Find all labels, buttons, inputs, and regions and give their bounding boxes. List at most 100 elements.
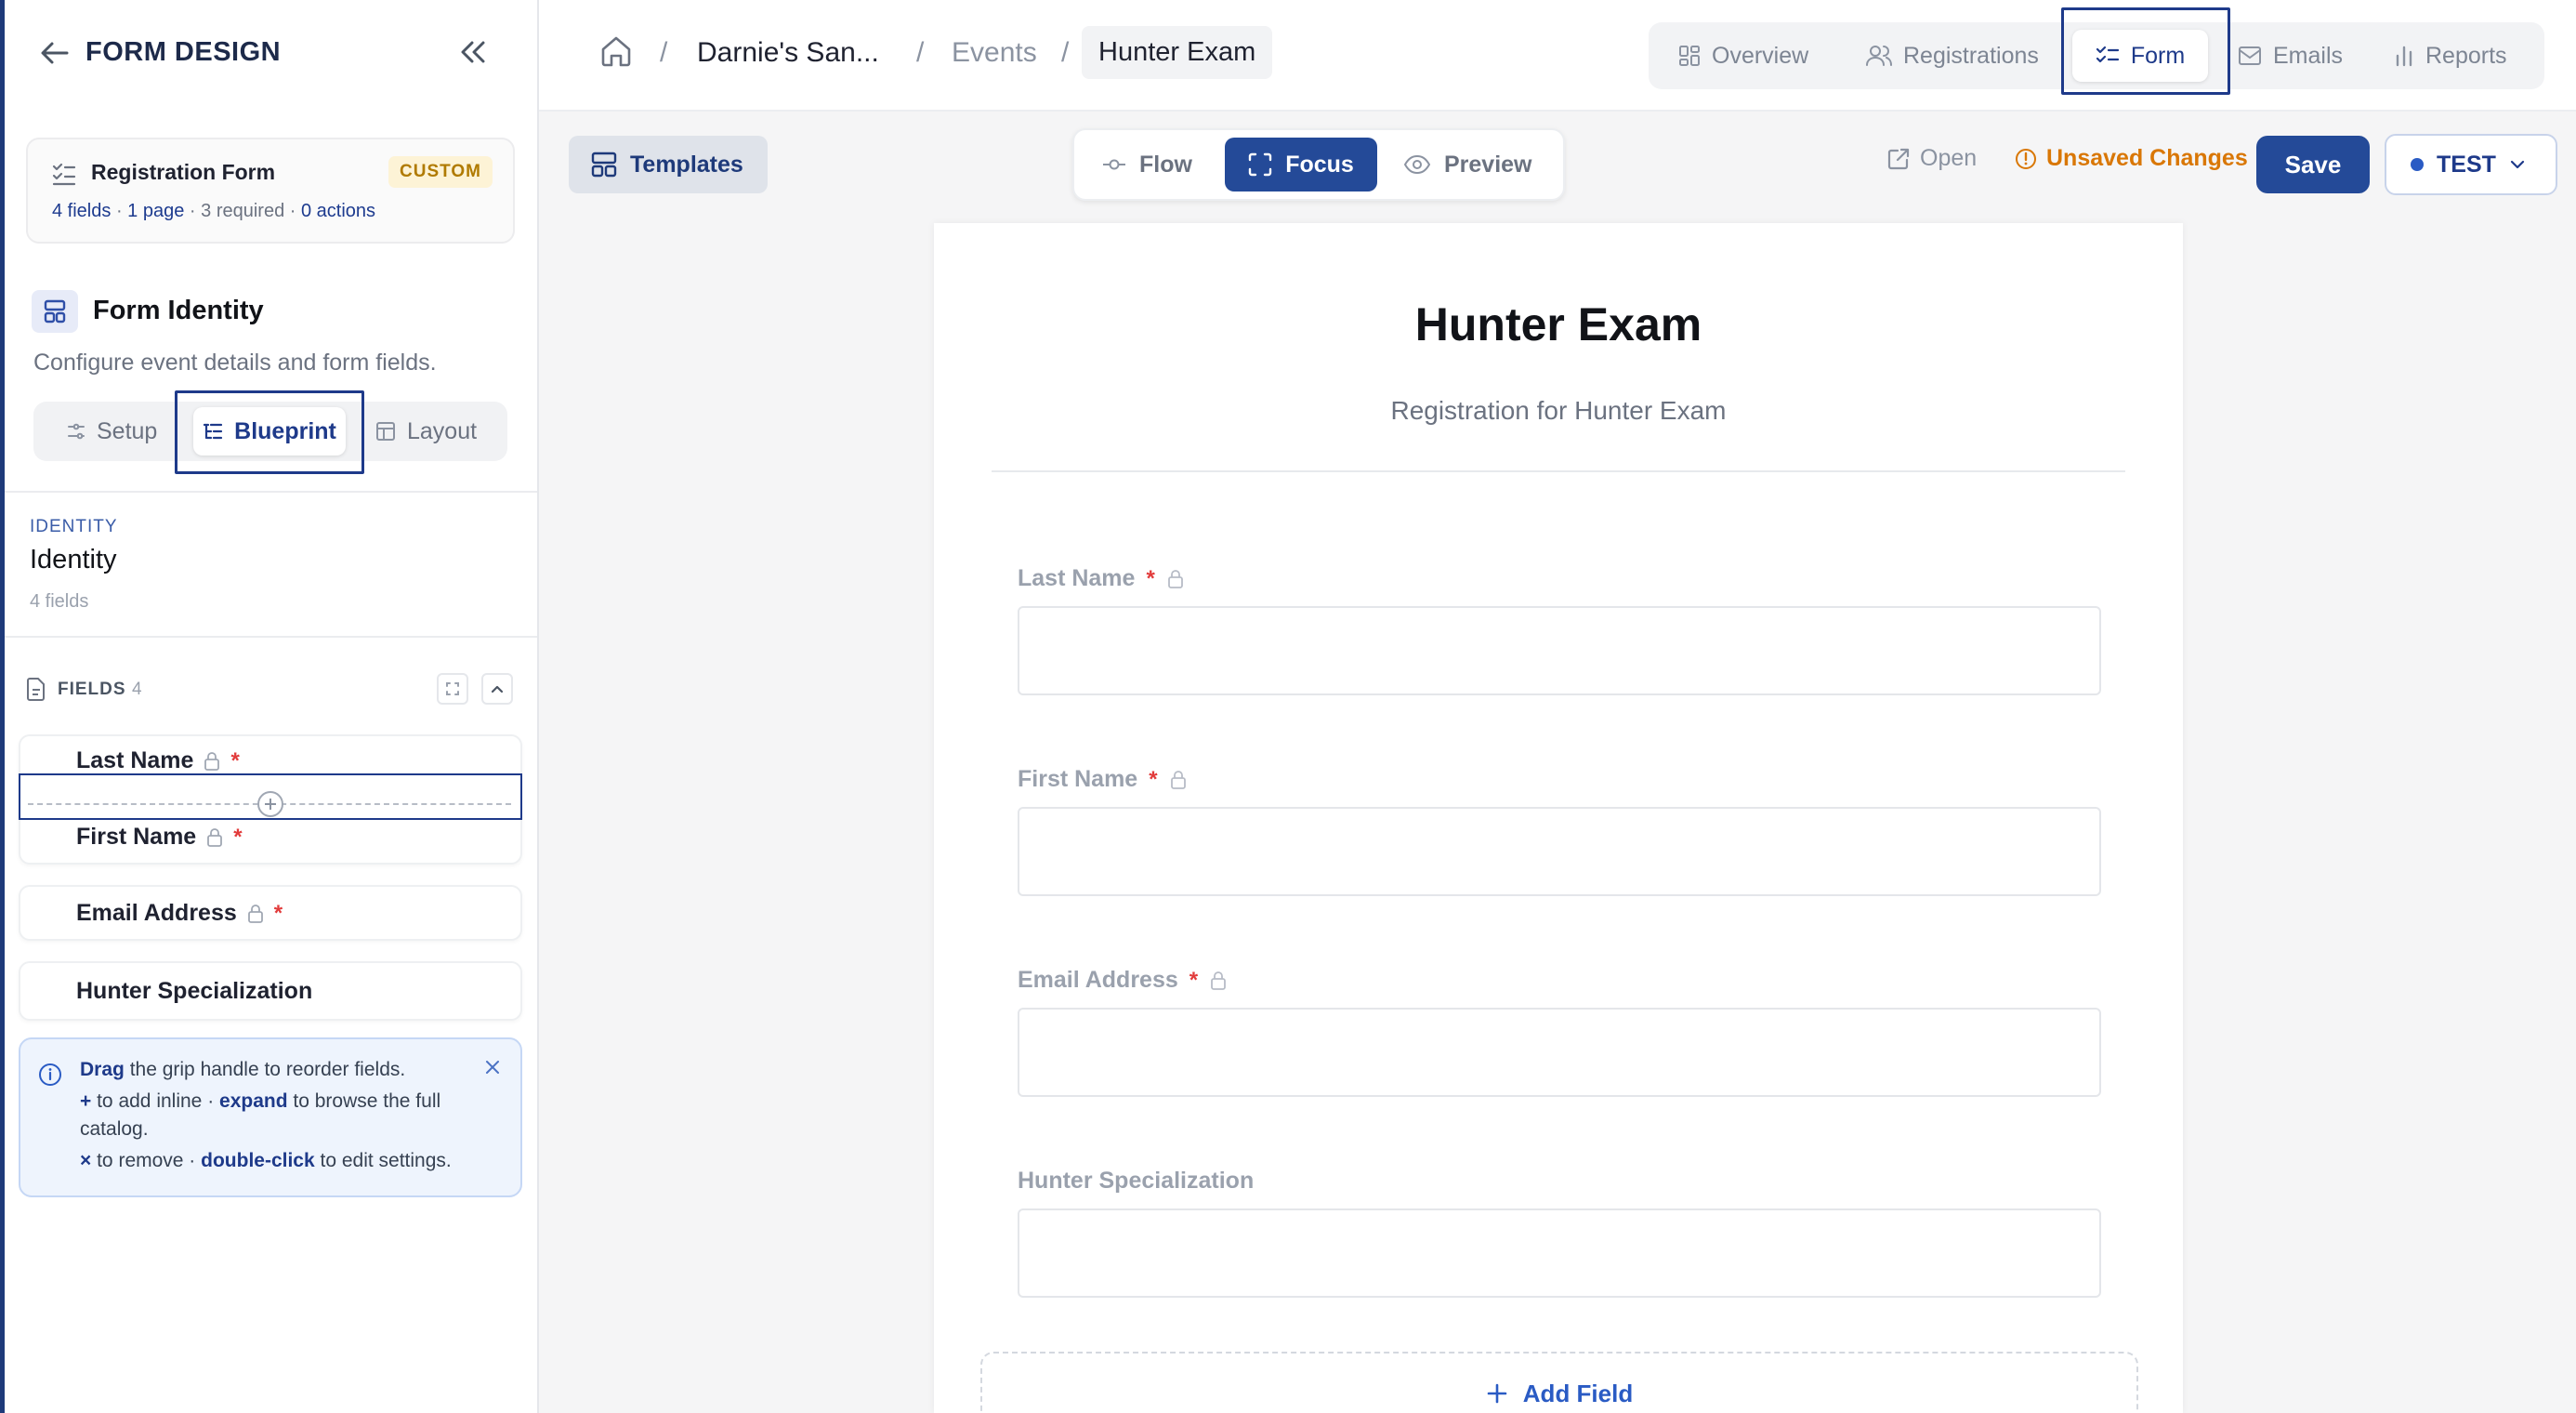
plus-icon <box>1487 1383 1507 1404</box>
nav-emails[interactable]: Emails <box>2238 22 2343 89</box>
back-arrow-icon[interactable] <box>39 39 71 67</box>
sidebar-field-email[interactable]: Email Address * <box>19 885 522 941</box>
sidebar-title: FORM DESIGN <box>85 37 282 67</box>
form-title[interactable]: Hunter Exam <box>934 297 2183 351</box>
environment-select[interactable]: TEST <box>2385 134 2557 195</box>
form-identity-description: Configure event details and form fields. <box>33 350 437 376</box>
save-button[interactable]: Save <box>2256 136 2370 193</box>
external-link-icon <box>1887 148 1910 169</box>
tab-setup[interactable]: Setup <box>67 402 157 461</box>
sidebar-accent-bar <box>0 0 5 1413</box>
lock-icon <box>207 827 223 847</box>
lock-icon <box>247 904 263 923</box>
sidebar-field-last-name[interactable]: Last Name * <box>76 747 240 774</box>
tab-layout-label: Layout <box>407 417 478 444</box>
breadcrumb-org[interactable]: Darnie's San... <box>697 37 879 69</box>
form-field-label-last-name[interactable]: Last Name * <box>1018 565 1185 592</box>
field-label: Last Name <box>76 747 194 773</box>
file-icon <box>26 677 46 701</box>
add-field-button[interactable]: Add Field <box>980 1352 2138 1413</box>
sidebar: FORM DESIGN Registration Form CUSTOM 4 f… <box>0 0 539 1413</box>
add-field-label: Add Field <box>1522 1379 1634 1407</box>
hunter-specialization-input[interactable] <box>1018 1208 2101 1298</box>
dashboard-icon <box>1679 46 1700 66</box>
last-name-input[interactable] <box>1018 606 2101 695</box>
nav-emails-label: Emails <box>2273 42 2344 69</box>
field-label: First Name <box>76 824 197 850</box>
environment-label: TEST <box>2437 151 2496 178</box>
unsaved-status: Unsaved Changes <box>2015 145 2248 172</box>
chevron-up-icon[interactable] <box>481 673 513 705</box>
expand-icon[interactable] <box>437 673 468 705</box>
field-label: Last Name <box>1018 565 1136 591</box>
required-marker: * <box>273 900 283 926</box>
top-bar: / Darnie's San... / Events / Hunter Exam… <box>539 0 2576 112</box>
required-marker: * <box>230 747 240 773</box>
mode-preview-label: Preview <box>1444 151 1532 178</box>
form-canvas: Hunter Exam Registration for Hunter Exam… <box>934 223 2183 1413</box>
first-name-input[interactable] <box>1018 807 2101 896</box>
form-summary-card[interactable]: Registration Form CUSTOM 4 fields · 1 pa… <box>26 138 515 244</box>
required-marker: * <box>1189 967 1199 993</box>
form-field-label-hunter-specialization[interactable]: Hunter Specialization <box>1018 1168 1254 1195</box>
mode-flow[interactable]: Flow <box>1102 128 1192 201</box>
title-divider <box>992 470 2125 472</box>
fields-header-label: FIELDS <box>58 680 126 699</box>
required-marker: * <box>1146 565 1155 591</box>
templates-icon <box>591 152 617 178</box>
flow-icon <box>1103 159 1125 170</box>
form-field-label-email[interactable]: Email Address * <box>1018 967 1228 994</box>
sidebar-field-first-name[interactable]: First Name * <box>76 824 243 851</box>
field-label: Hunter Specialization <box>1018 1168 1255 1194</box>
templates-label: Templates <box>630 151 743 178</box>
tip-box: Drag the grip handle to reorder fields. … <box>19 1037 522 1197</box>
field-label: First Name <box>1018 766 1138 792</box>
env-dot <box>2411 158 2424 171</box>
layout-icon <box>32 290 78 333</box>
nav-registrations[interactable]: Registrations <box>1866 22 2039 89</box>
required-marker: * <box>233 824 243 850</box>
tab-setup-label: Setup <box>97 417 158 444</box>
info-icon <box>37 1062 63 1088</box>
nav-overview[interactable]: Overview <box>1678 22 1808 89</box>
collapse-sidebar-icon[interactable] <box>459 39 487 65</box>
nav-overview-label: Overview <box>1712 42 1809 69</box>
nav-reports[interactable]: Reports <box>2394 22 2507 89</box>
templates-button[interactable]: Templates <box>569 136 768 193</box>
tab-layout[interactable]: Layout <box>375 402 477 461</box>
eye-icon <box>1403 154 1431 175</box>
lock-icon <box>1211 971 1227 990</box>
divider <box>5 491 537 493</box>
nav-reports-label: Reports <box>2425 42 2507 69</box>
identity-eyebrow: IDENTITY <box>30 517 118 536</box>
open-link[interactable]: Open <box>1886 145 1977 172</box>
focus-icon <box>1248 152 1272 177</box>
unsaved-label: Unsaved Changes <box>2046 145 2248 171</box>
divider <box>5 636 537 638</box>
lock-icon <box>1170 770 1186 789</box>
mode-focus[interactable]: Focus <box>1225 138 1377 191</box>
mode-focus-label: Focus <box>1285 151 1354 178</box>
sidebar-field-hunter-specialization[interactable]: Hunter Specialization <box>19 961 522 1021</box>
form-field-label-first-name[interactable]: First Name * <box>1018 766 1188 793</box>
nav-registrations-label: Registrations <box>1903 42 2039 69</box>
identity-count: 4 fields <box>30 591 89 612</box>
checklist-icon <box>52 162 76 186</box>
fields-header-count: 4 <box>132 680 142 699</box>
lock-icon <box>204 751 220 771</box>
field-label: Email Address <box>76 900 237 926</box>
breadcrumb-events[interactable]: Events <box>952 37 1037 69</box>
email-input[interactable] <box>1018 1008 2101 1097</box>
alert-circle-icon <box>2016 148 2036 169</box>
form-subtitle[interactable]: Registration for Hunter Exam <box>934 396 2183 426</box>
insert-plus-icon[interactable] <box>257 791 283 817</box>
mode-flow-label: Flow <box>1139 151 1192 178</box>
layout-panel-icon <box>376 422 395 441</box>
custom-badge: CUSTOM <box>388 156 493 188</box>
sliders-icon <box>68 423 85 440</box>
identity-name[interactable]: Identity <box>30 545 117 575</box>
mode-preview[interactable]: Preview <box>1403 128 1532 201</box>
home-icon[interactable] <box>598 33 634 69</box>
users-icon <box>1866 46 1892 66</box>
field-label: Hunter Specialization <box>76 978 313 1004</box>
